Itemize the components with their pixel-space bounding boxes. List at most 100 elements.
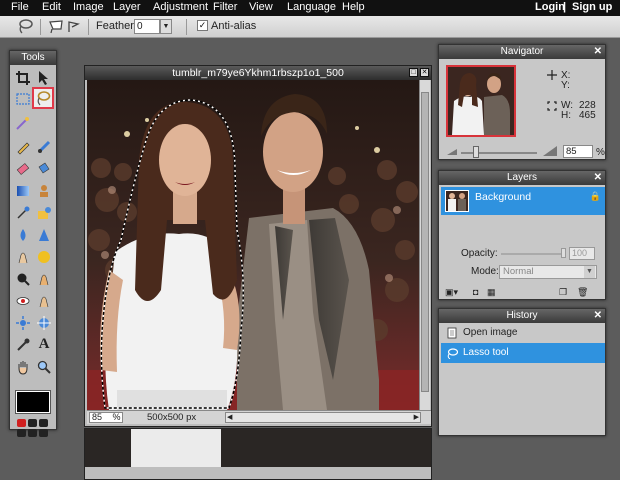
clone-eyedropper-icon[interactable] [13,335,33,354]
close-icon[interactable]: ✕ [594,45,602,59]
layer-settings-icon[interactable]: ▦ [487,287,496,298]
blend-mode-select[interactable]: Normal ▼ [499,265,597,279]
background-image-window[interactable] [84,428,432,480]
blur-drop-icon[interactable] [13,225,33,244]
marquee-tool-icon[interactable] [13,89,33,108]
menu-adjustment[interactable]: Adjustment [153,1,208,13]
mini-color-swatch[interactable] [28,419,37,427]
stamp-icon[interactable] [34,181,54,200]
history-item-lasso-tool[interactable]: Lasso tool [441,343,605,363]
menu-image[interactable]: Image [73,1,104,13]
zoom-in-icon[interactable] [543,146,557,159]
antialias-label: Anti-alias [211,20,257,32]
dodge-icon[interactable] [13,269,33,288]
burn-icon[interactable] [34,269,54,288]
sharpen-icon[interactable] [34,225,54,244]
foreground-color-swatch[interactable] [15,390,51,414]
mini-color-swatch[interactable] [17,419,26,427]
opacity-slider[interactable] [501,253,565,255]
opacity-label: Opacity: [461,248,498,259]
eraser-icon[interactable] [13,159,33,178]
blend-mode-value: Normal [503,266,534,277]
scroll-left-icon[interactable]: ◀ [227,413,232,421]
opacity-handle[interactable] [561,248,566,258]
layer-row[interactable]: Background 🔒 [441,187,605,215]
background-window-photo [85,429,431,479]
layer-style-icon[interactable]: ▣▾ [445,287,458,298]
restore-icon[interactable]: □ [409,68,418,77]
menu-filter[interactable]: Filter [213,1,237,13]
move-tool-icon[interactable] [34,68,54,87]
image-canvas[interactable] [87,80,419,410]
menu-edit[interactable]: Edit [42,1,61,13]
vertical-scrollbar[interactable] [419,80,430,410]
menu-language[interactable]: Language [287,1,336,13]
text-tool-icon[interactable]: A [34,335,54,354]
close-icon[interactable]: ✕ [594,171,602,185]
vertical-scroll-thumb[interactable] [421,92,429,392]
pinch-icon[interactable] [34,313,54,332]
close-icon[interactable]: ✕ [594,309,602,323]
close-icon[interactable]: ✕ [420,68,429,77]
drawing-icon[interactable] [34,203,54,222]
layers-panel: Layers ✕ Background 🔒 Opacity: 100 Mode:… [438,170,606,300]
image-zoom-field[interactable]: 85 % [89,412,123,423]
image-window[interactable]: tumblr_m79ye6Ykhm1rbszp1o1_500 □ ✕ 85 % … [84,65,432,427]
mini-color-swatch[interactable] [39,429,48,437]
layer-mask-icon[interactable]: ◘ [473,287,478,297]
navigator-zoom-handle[interactable] [473,146,479,158]
bloat-icon[interactable] [13,313,33,332]
lasso-tool-icon[interactable] [32,87,54,109]
red-eye-icon[interactable] [13,291,33,310]
sponge-icon[interactable] [34,247,54,266]
bucket-icon[interactable] [34,159,54,178]
menu-layer[interactable]: Layer [113,1,141,13]
delete-layer-icon[interactable]: 🗑 [577,287,588,298]
smudge-icon[interactable] [13,247,33,266]
new-layer-icon[interactable]: ❐ [559,287,567,298]
feather-label: Feather: [96,20,137,32]
history-panel: History ✕ Open image Lasso tool [438,308,606,436]
options-separator [186,19,187,35]
gradient-icon[interactable] [13,181,33,200]
history-item-label: Open image [463,327,518,338]
magnetic-lasso-icon[interactable] [65,18,83,35]
signup-link[interactable]: Sign up [572,1,612,13]
navigator-thumbnail[interactable] [446,65,516,137]
zoom-tool-icon[interactable] [34,357,54,376]
magic-wand-icon[interactable] [13,113,33,132]
login-link[interactable]: Login [535,1,565,13]
hand-tool-icon[interactable] [13,357,33,376]
scroll-right-icon[interactable]: ▶ [414,413,419,421]
zoom-out-icon[interactable] [447,147,457,158]
image-size-label: 500x500 px [147,412,197,423]
chevron-down-icon[interactable]: ▼ [584,266,595,278]
pencil-icon[interactable] [13,137,33,156]
feather-input[interactable]: 0 [134,19,160,34]
lasso-polygon-icon[interactable] [47,18,65,35]
lock-icon: 🔒 [589,191,601,201]
color-replace-icon[interactable] [13,203,33,222]
horizontal-scrollbar[interactable]: ◀ ▶ [225,412,421,423]
crop-tool-icon[interactable] [13,68,33,87]
layer-name: Background [475,191,532,203]
mini-color-swatch[interactable] [39,419,48,427]
menu-help[interactable]: Help [342,1,365,13]
history-title: History [506,310,538,321]
spot-heal-icon[interactable] [34,291,54,310]
history-item-open-image[interactable]: Open image [441,323,605,343]
menu-file[interactable]: File [11,1,29,13]
antialias-checkbox[interactable]: ✓ [197,20,208,31]
mini-color-swatch[interactable] [17,429,26,437]
image-window-titlebar[interactable]: tumblr_m79ye6Ykhm1rbszp1o1_500 □ ✕ [85,66,431,80]
mini-color-swatch[interactable] [28,429,37,437]
menu-divider: | [563,1,567,13]
history-titlebar: History ✕ [439,309,605,323]
photo [87,80,419,410]
opacity-input[interactable]: 100 [569,247,595,260]
feather-dropdown-button[interactable]: ▼ [160,19,172,34]
navigator-zoom-input[interactable]: 85 [563,145,593,158]
menu-view[interactable]: View [249,1,273,13]
lasso-icon[interactable] [16,18,34,35]
brush-icon[interactable] [34,137,54,156]
